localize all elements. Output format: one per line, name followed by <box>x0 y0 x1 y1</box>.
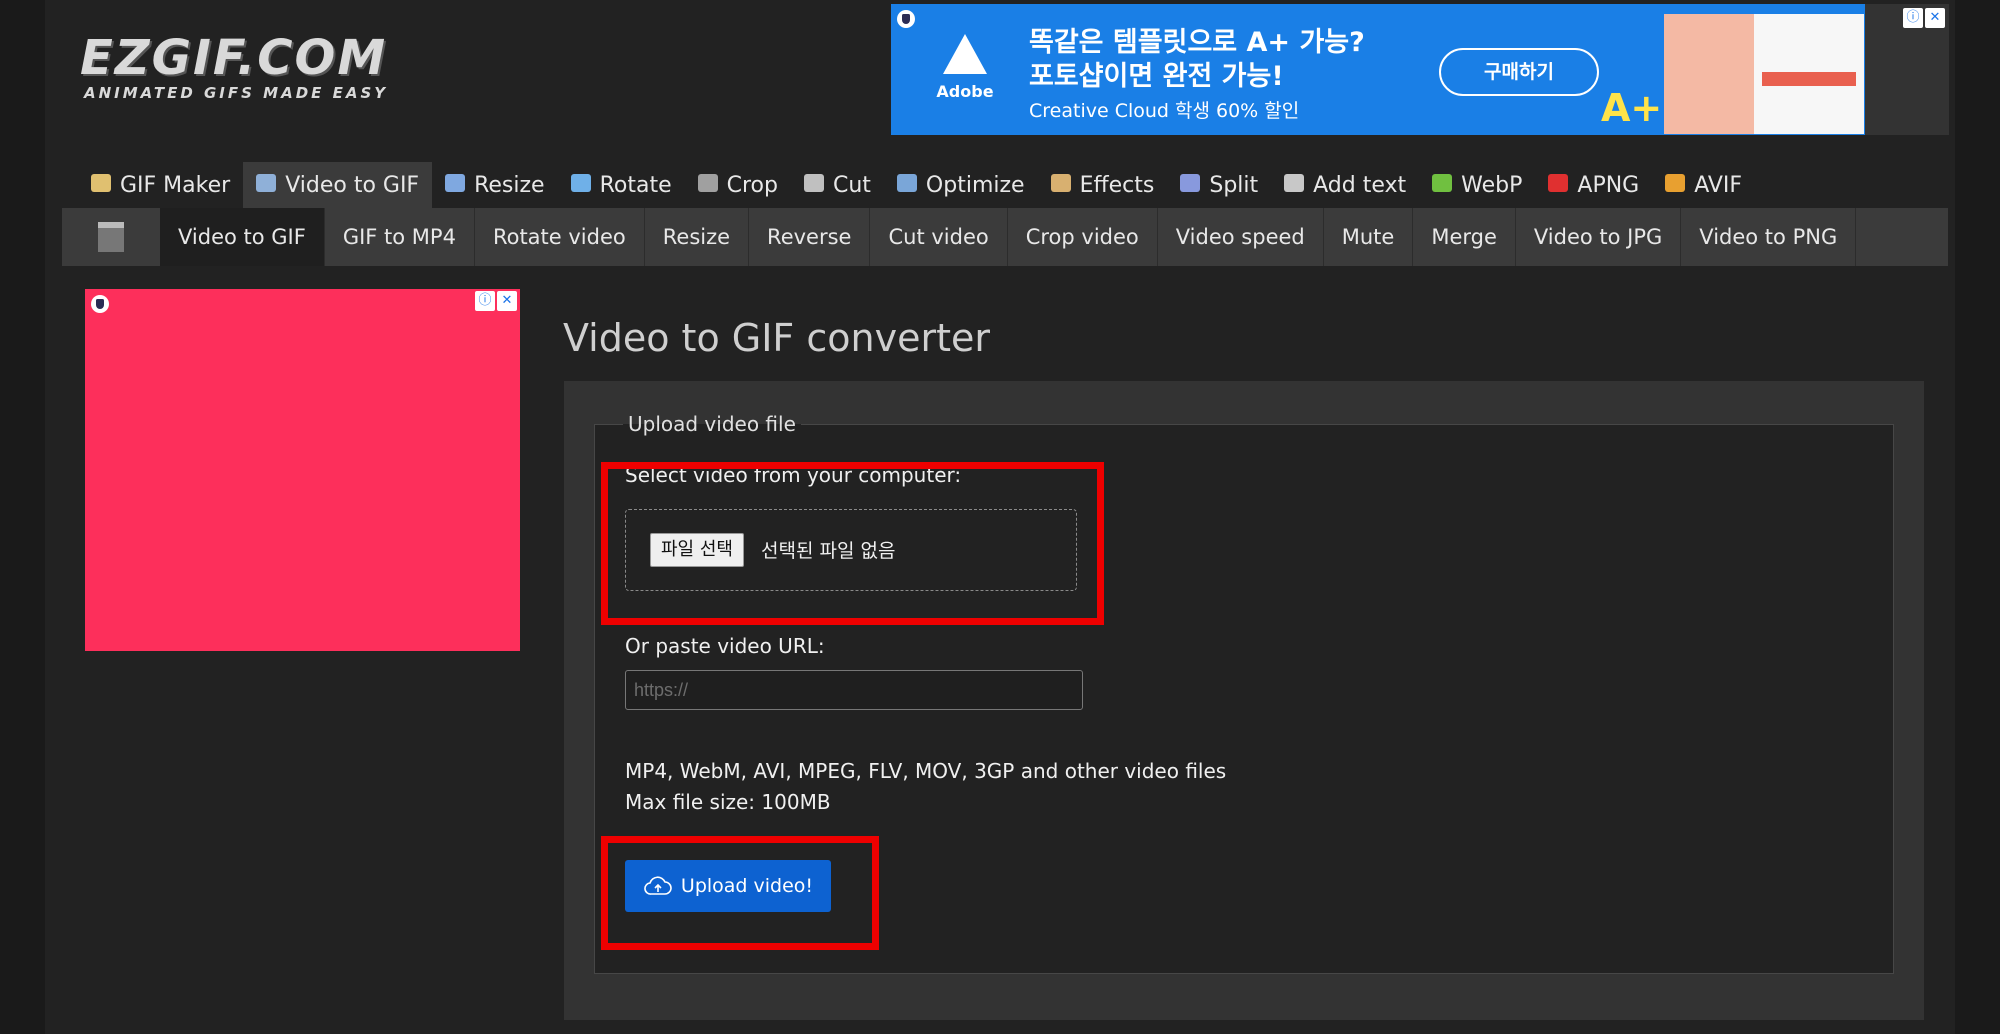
ad-shield-icon <box>91 295 109 313</box>
logo-title: EZGIF.COM <box>80 30 388 86</box>
video-url-input[interactable] <box>625 670 1083 710</box>
ad-image-thumbnail <box>1664 14 1754 134</box>
sub-nav-item-reverse[interactable]: Reverse <box>749 208 871 266</box>
main-nav-label: Cut <box>832 172 871 198</box>
sub-nav-item-mute[interactable]: Mute <box>1324 208 1414 266</box>
avif-icon <box>1665 174 1686 192</box>
crop-icon <box>697 174 718 192</box>
sub-nav-item-crop-video[interactable]: Crop video <box>1008 208 1158 266</box>
main-nav-label: Optimize <box>925 172 1025 198</box>
main-nav-item-effects[interactable]: Effects <box>1038 162 1168 208</box>
sub-nav-item-cut-video[interactable]: Cut video <box>870 208 1008 266</box>
top-advertisement[interactable]: Adobe 똑같은 템플릿으로 A+ 가능? 포토샵이면 완전 가능! Crea… <box>891 4 1949 135</box>
main-nav-item-optimize[interactable]: Optimize <box>884 162 1038 208</box>
main-nav-label: Split <box>1209 172 1259 198</box>
main-nav-item-avif[interactable]: AVIF <box>1652 162 1755 208</box>
main-nav-item-apng[interactable]: APNG <box>1535 162 1652 208</box>
apng-icon <box>1548 174 1569 192</box>
ad-headline-line-1: 똑같은 템플릿으로 A+ 가능? <box>1029 27 1365 58</box>
ad-shield-icon <box>897 10 915 28</box>
webp-icon <box>1432 174 1453 192</box>
main-nav-item-resize[interactable]: Resize <box>432 162 558 208</box>
ad-info-icon[interactable]: ⓘ <box>1903 8 1923 28</box>
main-nav-item-cut[interactable]: Cut <box>791 162 884 208</box>
add-text-icon <box>1284 174 1305 192</box>
clapperboard-icon <box>98 222 124 252</box>
highlight-file-select <box>601 462 1104 625</box>
sub-nav-icon-cell <box>62 208 160 266</box>
main-nav-label: Rotate <box>599 172 672 198</box>
fieldset-legend: Upload video file <box>623 411 801 437</box>
main-nav-item-rotate[interactable]: Rotate <box>558 162 685 208</box>
gif-maker-icon <box>91 174 111 192</box>
sub-nav-item-video-to-jpg[interactable]: Video to JPG <box>1516 208 1682 266</box>
split-icon <box>1180 174 1201 192</box>
page-title: Video to GIF converter <box>563 316 990 360</box>
sub-nav-item-merge[interactable]: Merge <box>1413 208 1516 266</box>
main-nav-label: WebP <box>1461 172 1523 198</box>
ad-badge: A+ <box>1601 86 1663 130</box>
sub-nav-item-gif-to-mp4[interactable]: GIF to MP4 <box>325 208 475 266</box>
main-nav-item-video-to-gif[interactable]: Video to GIF <box>243 162 433 208</box>
main-nav-label: AVIF <box>1694 172 1743 198</box>
main-nav-label: Video to GIF <box>285 172 420 198</box>
supported-formats-text: MP4, WebM, AVI, MPEG, FLV, MOV, 3GP and … <box>625 759 1227 783</box>
sub-nav: Video to GIF GIF to MP4 Rotate video Resize… <box>62 208 1948 266</box>
resize-icon <box>445 174 466 192</box>
adobe-logo-icon <box>943 34 987 74</box>
sub-nav-item-video-speed[interactable]: Video speed <box>1158 208 1324 266</box>
main-nav-label: Add text <box>1313 172 1407 198</box>
main-nav-label: APNG <box>1577 172 1640 198</box>
logo-tagline: ANIMATED GIFS MADE EASY <box>84 84 389 102</box>
ad-close-icon[interactable]: ✕ <box>1925 8 1945 28</box>
ad-brand-name: Adobe <box>936 82 994 101</box>
ad-headline-line-2: 포토샵이면 완전 가능! <box>1029 61 1284 92</box>
ad-headline: 똑같은 템플릿으로 A+ 가능? 포토샵이면 완전 가능! <box>1029 26 1365 94</box>
url-label: Or paste video URL: <box>625 634 825 658</box>
sub-nav-item-resize[interactable]: Resize <box>645 208 750 266</box>
main-nav-label: Resize <box>474 172 545 198</box>
sub-nav-item-rotate-video[interactable]: Rotate video <box>475 208 645 266</box>
cut-icon <box>803 174 824 192</box>
adobe-brand: Adobe <box>935 34 995 114</box>
video-icon <box>256 174 277 192</box>
max-file-size-text: Max file size: 100MB <box>625 790 831 814</box>
main-nav-item-gif-maker[interactable]: GIF Maker <box>78 162 243 208</box>
sub-nav-item-video-to-gif[interactable]: Video to GIF <box>160 208 325 266</box>
main-nav-label: GIF Maker <box>120 172 231 198</box>
ad-close-icon[interactable]: ✕ <box>497 291 517 311</box>
main-nav: GIF Maker Video to GIF Resize Rotate Crop Cut… <box>78 162 1755 208</box>
site-logo[interactable]: EZGIF.COM ANIMATED GIFS MADE EASY <box>80 34 388 102</box>
main-nav-label: Crop <box>726 172 778 198</box>
optimize-icon <box>896 174 917 192</box>
main-nav-item-webp[interactable]: WebP <box>1419 162 1535 208</box>
ad-subline: Creative Cloud 학생 60% 할인 <box>1029 100 1300 122</box>
sub-nav-item-video-to-png[interactable]: Video to PNG <box>1681 208 1857 266</box>
side-advertisement[interactable]: ⓘ ✕ <box>85 289 520 651</box>
main-nav-item-crop[interactable]: Crop <box>685 162 791 208</box>
ad-image-thumbnail <box>1754 14 1864 134</box>
main-nav-item-split[interactable]: Split <box>1167 162 1271 208</box>
ad-info-icon[interactable]: ⓘ <box>475 291 495 311</box>
main-nav-item-add-text[interactable]: Add text <box>1271 162 1419 208</box>
highlight-upload-button <box>601 836 879 950</box>
effects-icon <box>1050 174 1071 192</box>
main-nav-label: Effects <box>1079 172 1155 198</box>
rotate-icon <box>570 174 591 192</box>
ad-buy-button[interactable]: 구매하기 <box>1439 48 1599 96</box>
